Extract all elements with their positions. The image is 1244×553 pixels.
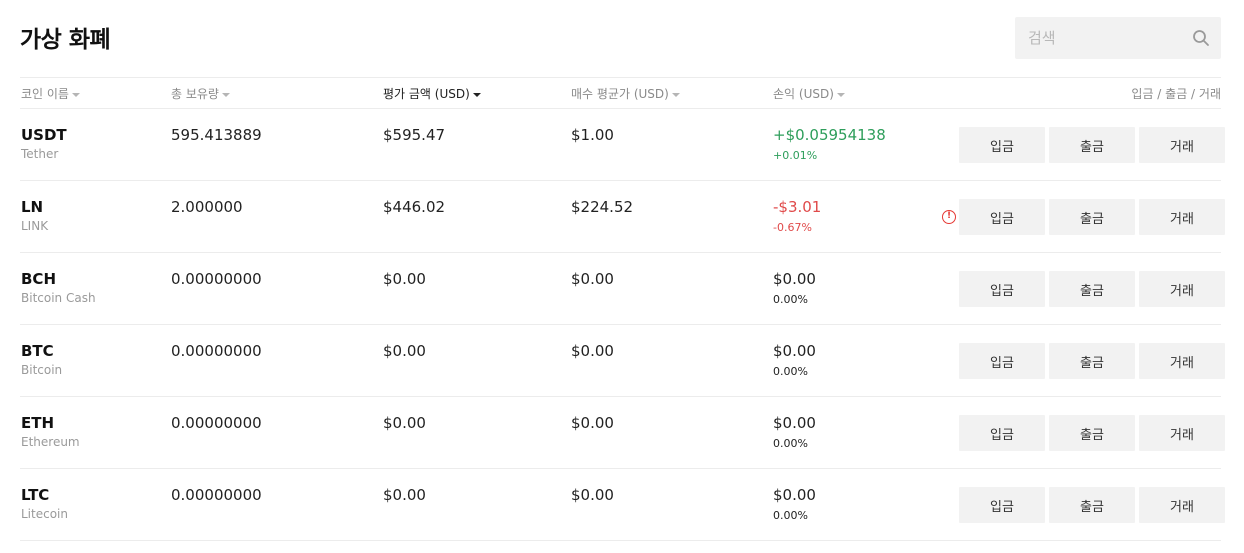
- avg-buy-price-value: $0.00: [571, 486, 614, 504]
- table-row: LN LINK 2.000000 $446.02 $224.52 -$3.01 -0.67%…: [0, 181, 1244, 253]
- profit-loss-value: -$3.01: [773, 198, 822, 216]
- sort-caret-icon: [221, 92, 230, 97]
- search-box[interactable]: [1015, 17, 1221, 59]
- column-header-label: 코인 이름: [21, 87, 69, 101]
- coin-symbol: ETH: [21, 414, 55, 432]
- profit-loss-value: $0.00: [773, 486, 816, 504]
- column-header-coin-name[interactable]: 코인 이름: [21, 85, 80, 102]
- trade-button[interactable]: 거래: [1139, 415, 1225, 451]
- total-holdings-value: 0.00000000: [171, 270, 262, 288]
- profit-loss-percent: 0.00%: [773, 293, 808, 306]
- sort-caret-icon: [71, 92, 80, 97]
- search-icon[interactable]: [1192, 29, 1210, 47]
- column-header-profit-loss[interactable]: 손익 (USD): [773, 85, 845, 102]
- profit-loss-percent: 0.00%: [773, 437, 808, 450]
- page-title: 가상 화폐: [20, 27, 111, 53]
- eval-amount-value: $595.47: [383, 126, 446, 144]
- eval-amount-value: $446.02: [383, 198, 446, 216]
- deposit-button[interactable]: 입금: [959, 343, 1045, 379]
- coin-symbol: LN: [21, 198, 44, 216]
- coin-name: Ethereum: [21, 435, 80, 449]
- column-header-label: 총 보유량: [171, 87, 219, 101]
- withdraw-button[interactable]: 출금: [1049, 415, 1135, 451]
- coin-name: Litecoin: [21, 507, 68, 521]
- total-holdings-value: 0.00000000: [171, 414, 262, 432]
- total-holdings-value: 2.000000: [171, 198, 243, 216]
- eval-amount-value: $0.00: [383, 342, 426, 360]
- sort-caret-icon: [472, 92, 481, 97]
- avg-buy-price-value: $0.00: [571, 270, 614, 288]
- deposit-button[interactable]: 입금: [959, 487, 1045, 523]
- coin-symbol: BCH: [21, 270, 56, 288]
- column-header-label: 매수 평균가 (USD): [571, 87, 669, 101]
- eval-amount-value: $0.00: [383, 486, 426, 504]
- trade-button[interactable]: 거래: [1139, 271, 1225, 307]
- table-row: BCH Bitcoin Cash 0.00000000 $0.00 $0.00 $0.00…: [0, 253, 1244, 325]
- profit-loss-percent: -0.67%: [773, 221, 812, 234]
- trade-button[interactable]: 거래: [1139, 199, 1225, 235]
- column-header-label: 평가 금액 (USD): [383, 87, 470, 101]
- column-header-label: 손익 (USD): [773, 87, 834, 101]
- coin-name: Bitcoin: [21, 363, 63, 377]
- profit-loss-value: $0.00: [773, 342, 816, 360]
- table-row: USDT Tether 595.413889 $595.47 $1.00 +$0.0595…: [0, 109, 1244, 181]
- deposit-button[interactable]: 입금: [959, 199, 1045, 235]
- profit-loss-percent: 0.00%: [773, 365, 808, 378]
- warning-icon[interactable]: !: [942, 210, 956, 224]
- withdraw-button[interactable]: 출금: [1049, 271, 1135, 307]
- trade-button[interactable]: 거래: [1139, 127, 1225, 163]
- withdraw-button[interactable]: 출금: [1049, 343, 1135, 379]
- column-header-total-holdings[interactable]: 총 보유량: [171, 85, 230, 102]
- avg-buy-price-value: $224.52: [571, 198, 634, 216]
- coin-name: Tether: [21, 147, 59, 161]
- row-divider: [20, 540, 1221, 541]
- profit-loss-value: $0.00: [773, 270, 816, 288]
- profit-loss-value: $0.00: [773, 414, 816, 432]
- avg-buy-price-value: $0.00: [571, 414, 614, 432]
- sort-caret-icon: [836, 92, 845, 97]
- withdraw-button[interactable]: 출금: [1049, 127, 1135, 163]
- table-row: LTC Litecoin 0.00000000 $0.00 $0.00 $0.00 0.00…: [0, 469, 1244, 541]
- withdraw-button[interactable]: 출금: [1049, 487, 1135, 523]
- search-input[interactable]: [1015, 17, 1185, 59]
- deposit-button[interactable]: 입금: [959, 127, 1045, 163]
- withdraw-button[interactable]: 출금: [1049, 199, 1135, 235]
- eval-amount-value: $0.00: [383, 414, 426, 432]
- column-header-eval-amount[interactable]: 평가 금액 (USD): [383, 85, 481, 102]
- coin-name: Bitcoin Cash: [21, 291, 96, 305]
- column-header-avg-buy-price[interactable]: 매수 평균가 (USD): [571, 85, 680, 102]
- total-holdings-value: 595.413889: [171, 126, 262, 144]
- deposit-button[interactable]: 입금: [959, 271, 1045, 307]
- avg-buy-price-value: $0.00: [571, 342, 614, 360]
- profit-loss-percent: 0.00%: [773, 509, 808, 522]
- coin-symbol: LTC: [21, 486, 50, 504]
- coin-name: LINK: [21, 219, 49, 233]
- profit-loss-percent: +0.01%: [773, 149, 818, 162]
- total-holdings-value: 0.00000000: [171, 342, 262, 360]
- coin-symbol: USDT: [21, 126, 67, 144]
- table-top-divider: [20, 77, 1221, 78]
- table-row: BTC Bitcoin 0.00000000 $0.00 $0.00 $0.00 0.00%…: [0, 325, 1244, 397]
- eval-amount-value: $0.00: [383, 270, 426, 288]
- profit-loss-value: +$0.05954138: [773, 126, 886, 144]
- total-holdings-value: 0.00000000: [171, 486, 262, 504]
- deposit-button[interactable]: 입금: [959, 415, 1045, 451]
- sort-caret-icon: [671, 92, 680, 97]
- avg-buy-price-value: $1.00: [571, 126, 614, 144]
- column-header-actions: 입금 / 출금 / 거래: [1131, 87, 1221, 101]
- trade-button[interactable]: 거래: [1139, 343, 1225, 379]
- coin-symbol: BTC: [21, 342, 54, 360]
- table-row: ETH Ethereum 0.00000000 $0.00 $0.00 $0.00 0.00…: [0, 397, 1244, 469]
- trade-button[interactable]: 거래: [1139, 487, 1225, 523]
